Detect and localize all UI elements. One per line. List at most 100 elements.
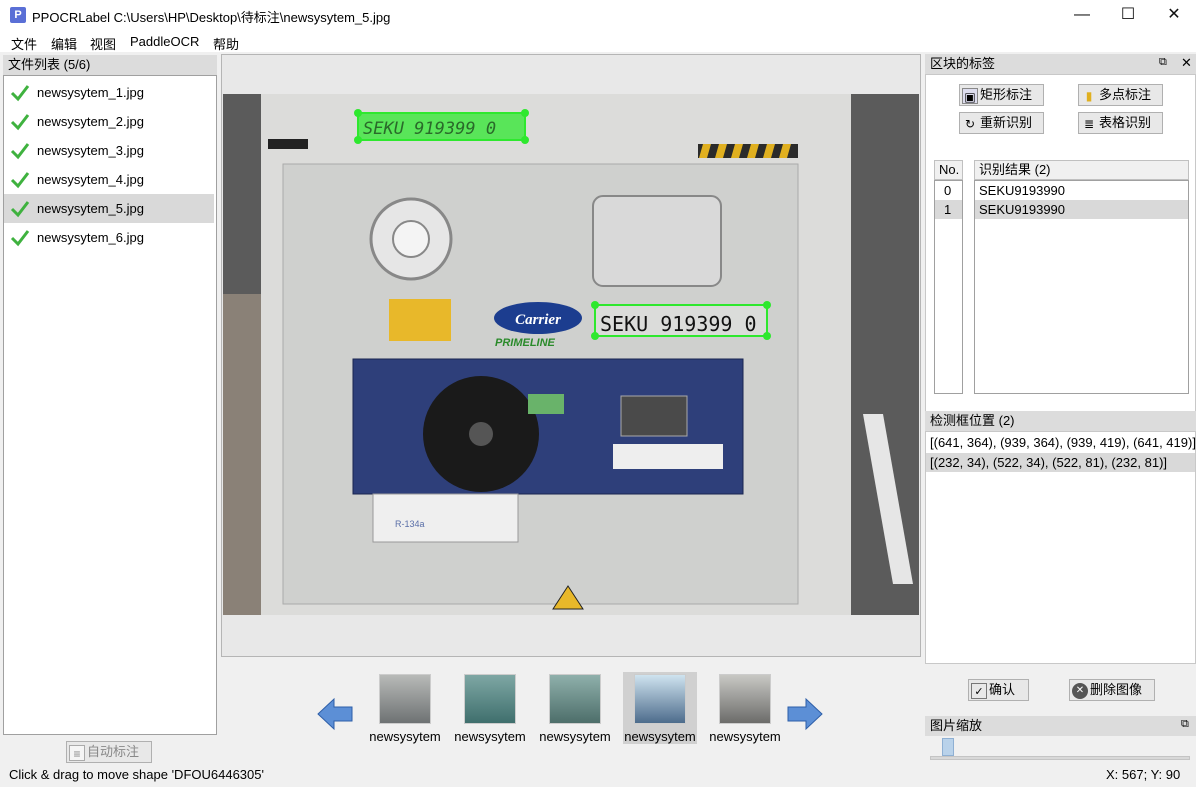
row-index[interactable]: 0 xyxy=(935,181,962,200)
table-ocr-button[interactable]: ≣ 表格识别 xyxy=(1078,112,1163,134)
thumbnail[interactable] xyxy=(719,674,771,724)
file-name: newsysytem_6.jpg xyxy=(37,230,144,245)
result-row[interactable]: SEKU9193990 xyxy=(975,181,1188,200)
file-list-item[interactable]: newsysytem_4.jpg xyxy=(4,165,214,194)
hazard-stripe-left xyxy=(268,139,308,149)
primeline-text: PRIMELINE xyxy=(495,337,556,349)
close-button[interactable]: ✕ xyxy=(1151,0,1196,30)
annotation-text-top: SEKU 919399 0 xyxy=(363,119,496,139)
file-list-item[interactable]: newsysytem_6.jpg xyxy=(4,223,214,252)
thumbnail-label: newsysytem xyxy=(369,729,441,744)
file-list-header: 文件列表 (5/6) xyxy=(3,55,217,75)
col-result-header: 识别结果 (2) xyxy=(974,160,1189,180)
check-icon xyxy=(10,172,30,189)
row-index-selected[interactable]: 1 xyxy=(935,200,962,219)
labels-panel-header: 区块的标签 xyxy=(925,54,1196,74)
vertex-handle[interactable] xyxy=(521,109,529,117)
float-icon[interactable]: ⧉ xyxy=(1159,56,1167,69)
rect-label-text: 矩形标注 xyxy=(980,87,1033,102)
table-icon: ≣ xyxy=(1083,116,1095,131)
reocr-text: 重新识别 xyxy=(980,115,1033,130)
table-ocr-text: 表格识别 xyxy=(1099,115,1152,130)
check-icon xyxy=(10,114,30,131)
file-list-item-selected[interactable]: newsysytem_5.jpg xyxy=(4,194,214,223)
file-name: newsysytem_4.jpg xyxy=(37,172,144,187)
carrier-logo-text: Carrier xyxy=(515,312,561,328)
thumbnail[interactable] xyxy=(464,674,516,724)
box-position-row-selected[interactable]: [(232, 34), (522, 34), (522, 81), (232, … xyxy=(926,453,1195,472)
poly-icon: ▮ xyxy=(1085,88,1093,103)
r134a-text: R-134a xyxy=(395,519,425,529)
check-icon xyxy=(10,85,30,102)
auto-label-button[interactable]: ≡ 自动标注 xyxy=(66,741,152,763)
warning-sticker xyxy=(389,299,451,341)
menu-file[interactable]: 文件 xyxy=(11,34,37,53)
thumbnail[interactable] xyxy=(379,674,431,724)
poly-label-text: 多点标注 xyxy=(1099,87,1152,102)
poly-label-button[interactable]: ▮ 多点标注 xyxy=(1078,84,1163,106)
zoom-float-icon[interactable]: ⧉ xyxy=(1181,718,1189,731)
vertex-handle[interactable] xyxy=(763,332,771,340)
rect-icon: ▣ xyxy=(962,87,978,104)
vertex-handle[interactable] xyxy=(591,332,599,340)
file-name: newsysytem_1.jpg xyxy=(37,85,144,100)
auto-label-icon: ≡ xyxy=(69,744,85,761)
auto-label-label: 自动标注 xyxy=(87,744,140,759)
file-name: newsysytem_5.jpg xyxy=(37,201,144,216)
file-list-item[interactable]: newsysytem_2.jpg xyxy=(4,107,214,136)
box-position-row[interactable]: [(641, 364), (939, 364), (939, 419), (64… xyxy=(926,433,1196,452)
file-name: newsysytem_2.jpg xyxy=(37,114,144,129)
panel-close-icon[interactable]: ✕ xyxy=(1181,55,1192,71)
delete-image-button[interactable]: ✕ 删除图像 xyxy=(1069,679,1155,701)
vertex-handle[interactable] xyxy=(354,109,362,117)
zoom-slider-track[interactable] xyxy=(930,756,1190,760)
check-icon xyxy=(10,201,30,218)
confirm-text: 确认 xyxy=(989,682,1016,697)
thumbnail-selected[interactable] xyxy=(634,674,686,724)
container-photo[interactable]: Carrier PRIMELINE R-134a SEKU 919399 0 S… xyxy=(223,94,919,615)
cable-tray xyxy=(372,493,519,543)
thumbnail-label: newsysytem xyxy=(454,729,526,744)
fan-hub xyxy=(469,422,493,446)
menu-paddleocr[interactable]: PaddleOCR xyxy=(130,34,199,49)
square-hatch xyxy=(592,195,722,287)
status-coordinates: X: 567; Y: 90 xyxy=(1106,767,1181,782)
left-arrow-icon[interactable] xyxy=(316,697,354,731)
thumbnail-label: newsysytem xyxy=(539,729,611,744)
check-icon xyxy=(10,230,30,247)
file-name: newsysytem_3.jpg xyxy=(37,143,144,158)
file-list-item[interactable]: newsysytem_3.jpg xyxy=(4,136,214,165)
reocr-button[interactable]: ↻ 重新识别 xyxy=(959,112,1044,134)
delete-icon: ✕ xyxy=(1072,682,1088,699)
delete-text: 删除图像 xyxy=(1090,682,1143,697)
green-sticker xyxy=(528,394,564,414)
app-icon: P xyxy=(10,7,26,23)
vertex-handle[interactable] xyxy=(521,136,529,144)
vertex-handle[interactable] xyxy=(763,301,771,309)
vertex-handle[interactable] xyxy=(354,136,362,144)
vertex-handle[interactable] xyxy=(591,301,599,309)
check-icon xyxy=(10,143,30,160)
confirm-button[interactable]: ✓ 确认 xyxy=(968,679,1029,701)
checkbox-icon: ✓ xyxy=(971,682,987,699)
box-positions-header: 检测框位置 (2) xyxy=(925,411,1196,431)
minimize-button[interactable]: — xyxy=(1059,0,1105,30)
rect-label-button[interactable]: ▣ 矩形标注 xyxy=(959,84,1044,106)
zoom-header: 图片缩放 xyxy=(925,716,1196,736)
thumbnail[interactable] xyxy=(549,674,601,724)
annotation-text-mid: SEKU 919399 0 xyxy=(600,312,757,336)
file-list-item[interactable]: newsysytem_1.jpg xyxy=(4,78,214,107)
menu-help[interactable]: 帮助 xyxy=(213,34,239,53)
col-no-header: No. xyxy=(934,160,963,180)
thumbnail-label-selected: newsysytem xyxy=(624,729,696,744)
menu-edit[interactable]: 编辑 xyxy=(51,34,77,53)
control-screen xyxy=(620,395,688,437)
zoom-slider-handle[interactable] xyxy=(942,738,955,756)
right-arrow-icon[interactable] xyxy=(786,697,824,731)
result-row-selected[interactable]: SEKU9193990 xyxy=(975,200,1188,219)
refresh-icon: ↻ xyxy=(964,116,976,131)
file-list[interactable]: newsysytem_1.jpg newsysytem_2.jpg newsys… xyxy=(3,75,217,735)
thumbnail-label: newsysytem xyxy=(709,729,781,744)
maximize-button[interactable]: ☐ xyxy=(1105,0,1151,30)
menu-view[interactable]: 视图 xyxy=(90,34,116,53)
